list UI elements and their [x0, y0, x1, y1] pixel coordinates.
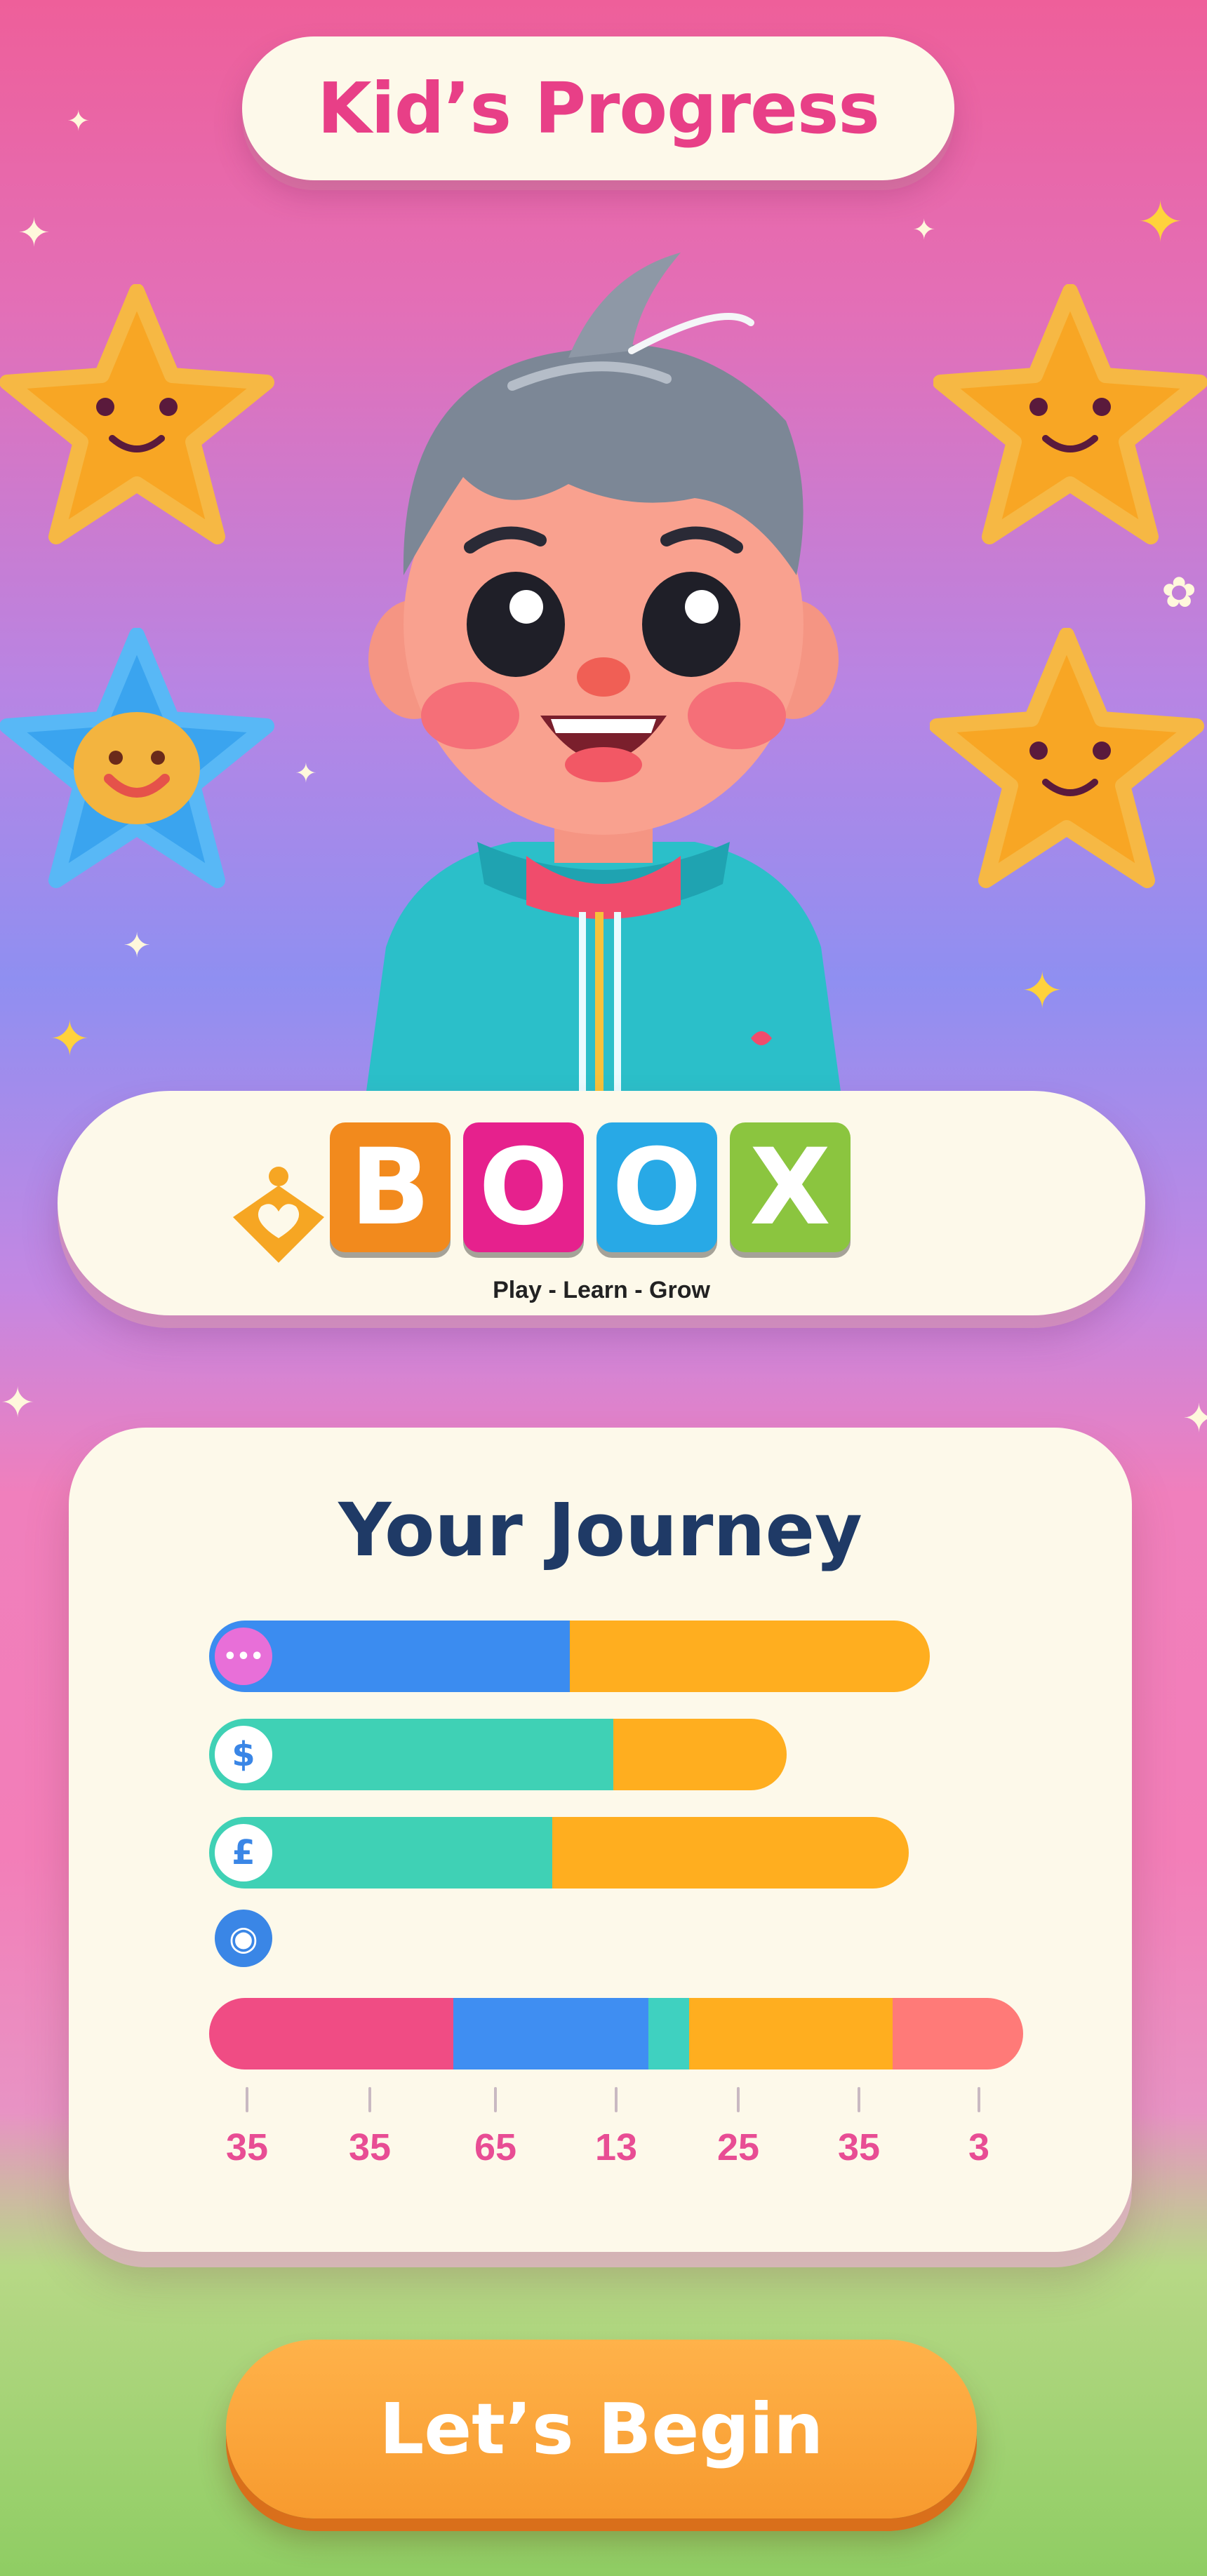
- sparkle-icon: ✦: [1021, 961, 1064, 1020]
- sparkle-icon: ✦: [0, 1378, 36, 1428]
- title-banner: Kid’s Progress: [242, 36, 954, 180]
- brand-banner: B O O X Play - Learn - Grow: [58, 1091, 1145, 1315]
- logo-letter: B: [349, 1126, 431, 1249]
- sparkle-icon: ✦: [912, 214, 936, 246]
- brand-logo: B O O X: [330, 1122, 851, 1252]
- sparkle-icon: ✦: [18, 210, 51, 256]
- axis-tick-label: 3: [968, 2126, 990, 2168]
- progress-segment: [209, 1998, 453, 2069]
- axis-tick: [737, 2087, 740, 2112]
- logo-tile: X: [730, 1122, 851, 1252]
- pound-icon: £: [215, 1824, 272, 1881]
- sparkle-icon: ✿: [1161, 568, 1197, 617]
- dollar-icon: $: [215, 1726, 272, 1783]
- axis-tick-label: 35: [225, 2126, 269, 2168]
- heart-badge-icon: [233, 1167, 324, 1263]
- sparkle-icon: ✦: [1182, 1396, 1207, 1442]
- kid-avatar: [365, 253, 842, 1101]
- progress-segment: [569, 1621, 930, 1692]
- page-title: Kid’s Progress: [317, 67, 880, 149]
- progress-bar: [209, 1817, 909, 1889]
- sparkle-icon: ✦: [67, 105, 91, 137]
- logo-tile: B: [330, 1122, 451, 1252]
- axis-tick: [246, 2087, 248, 2112]
- sparkle-icon: ✦: [1137, 189, 1185, 255]
- app-screen: ✦ ✦ ✦ ✦ ✦ ✦ ✦ ✦ ✿ ✦ ✦ Kid’s Progress B O…: [0, 0, 1207, 2576]
- progress-segment: [613, 1719, 787, 1790]
- axis-tick: [615, 2087, 618, 2112]
- logo-letter: O: [612, 1126, 702, 1249]
- progress-bar: [209, 1998, 1023, 2069]
- lets-begin-button[interactable]: Let’s Begin: [226, 2340, 977, 2518]
- sparkle-icon: ✦: [49, 1010, 91, 1068]
- blue-star-icon: [0, 628, 274, 888]
- logo-tile: O: [596, 1122, 717, 1252]
- axis-tick-label: 35: [348, 2126, 392, 2168]
- logo-letter: O: [479, 1126, 568, 1249]
- progress-bar: [209, 1621, 930, 1692]
- progress-segment: [893, 1998, 1023, 2069]
- logo-letter: X: [749, 1126, 831, 1249]
- brand-tagline: Play - Learn - Grow: [493, 1277, 710, 1303]
- axis-tick: [368, 2087, 371, 2112]
- progress-segment: [648, 1998, 690, 2069]
- axis-tick: [494, 2087, 497, 2112]
- axis-tick-label: 25: [716, 2126, 760, 2168]
- progress-segment: [453, 1998, 649, 2069]
- progress-segment: [552, 1817, 909, 1889]
- star-icon: [0, 284, 274, 544]
- progress-segment: [689, 1998, 893, 2069]
- dots-icon: •••: [215, 1628, 272, 1685]
- axis-tick-label: 65: [474, 2126, 517, 2168]
- axis-tick-label: 35: [837, 2126, 881, 2168]
- sparkle-icon: ✦: [123, 926, 152, 965]
- axis-tick: [978, 2087, 980, 2112]
- star-icon: [933, 284, 1207, 544]
- logo-tile: O: [463, 1122, 584, 1252]
- globe-icon: ◉: [215, 1910, 272, 1967]
- journey-title: Your Journey: [338, 1487, 862, 1573]
- axis-tick-label: 13: [594, 2126, 638, 2168]
- axis-tick: [858, 2087, 860, 2112]
- star-icon: [930, 628, 1204, 888]
- progress-bar: [209, 1719, 787, 1790]
